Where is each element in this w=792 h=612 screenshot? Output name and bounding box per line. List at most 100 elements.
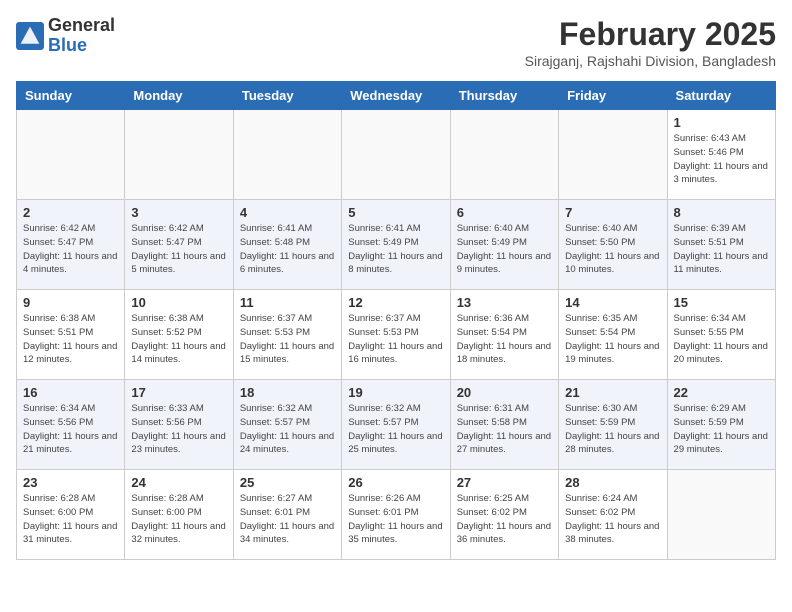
- day-info: Sunrise: 6:41 AMSunset: 5:49 PMDaylight:…: [348, 222, 443, 277]
- calendar-cell: 7 Sunrise: 6:40 AMSunset: 5:50 PMDaylight…: [559, 200, 667, 290]
- logo-general: General: [48, 15, 115, 35]
- day-info: Sunrise: 6:24 AMSunset: 6:02 PMDaylight:…: [565, 492, 660, 547]
- generalblue-logo-icon: [16, 22, 44, 50]
- day-number: 3: [131, 205, 226, 220]
- day-number: 4: [240, 205, 335, 220]
- calendar-cell: 16 Sunrise: 6:34 AMSunset: 5:56 PMDayligh…: [17, 380, 125, 470]
- calendar-cell: 11 Sunrise: 6:37 AMSunset: 5:53 PMDayligh…: [233, 290, 341, 380]
- day-number: 9: [23, 295, 118, 310]
- day-number: 26: [348, 475, 443, 490]
- day-info: Sunrise: 6:36 AMSunset: 5:54 PMDaylight:…: [457, 312, 552, 367]
- day-info: Sunrise: 6:39 AMSunset: 5:51 PMDaylight:…: [674, 222, 769, 277]
- day-number: 1: [674, 115, 769, 130]
- day-number: 18: [240, 385, 335, 400]
- calendar-cell: 22 Sunrise: 6:29 AMSunset: 5:59 PMDayligh…: [667, 380, 775, 470]
- calendar-cell: 9 Sunrise: 6:38 AMSunset: 5:51 PMDaylight…: [17, 290, 125, 380]
- calendar-cell: 4 Sunrise: 6:41 AMSunset: 5:48 PMDaylight…: [233, 200, 341, 290]
- calendar-cell: [342, 110, 450, 200]
- calendar-cell: 2Sunrise: 6:42 AMSunset: 5:47 PMDaylight…: [17, 200, 125, 290]
- day-number: 20: [457, 385, 552, 400]
- calendar-cell: [17, 110, 125, 200]
- calendar-cell: 6 Sunrise: 6:40 AMSunset: 5:49 PMDaylight…: [450, 200, 558, 290]
- day-number: 19: [348, 385, 443, 400]
- day-number: 17: [131, 385, 226, 400]
- calendar-cell: 19 Sunrise: 6:32 AMSunset: 5:57 PMDayligh…: [342, 380, 450, 470]
- day-info: Sunrise: 6:30 AMSunset: 5:59 PMDaylight:…: [565, 402, 660, 457]
- logo-text: General Blue: [48, 16, 115, 56]
- day-info: Sunrise: 6:33 AMSunset: 5:56 PMDaylight:…: [131, 402, 226, 457]
- day-info: Sunrise: 6:35 AMSunset: 5:54 PMDaylight:…: [565, 312, 660, 367]
- day-number: 8: [674, 205, 769, 220]
- title-block: February 2025 Sirajganj, Rajshahi Divisi…: [525, 16, 776, 69]
- day-number: 22: [674, 385, 769, 400]
- day-number: 11: [240, 295, 335, 310]
- calendar-cell: 18 Sunrise: 6:32 AMSunset: 5:57 PMDayligh…: [233, 380, 341, 470]
- calendar-cell: 28 Sunrise: 6:24 AMSunset: 6:02 PMDayligh…: [559, 470, 667, 560]
- day-number: 15: [674, 295, 769, 310]
- page-header: General Blue February 2025 Sirajganj, Ra…: [16, 16, 776, 69]
- day-number: 12: [348, 295, 443, 310]
- day-number: 16: [23, 385, 118, 400]
- day-number: 25: [240, 475, 335, 490]
- calendar-cell: 10Sunrise: 6:38 AMSunset: 5:52 PMDayligh…: [125, 290, 233, 380]
- calendar-week-row: 16 Sunrise: 6:34 AMSunset: 5:56 PMDayligh…: [17, 380, 776, 470]
- column-header-tuesday: Tuesday: [233, 82, 341, 110]
- calendar-table: SundayMondayTuesdayWednesdayThursdayFrid…: [16, 81, 776, 560]
- day-info: Sunrise: 6:41 AMSunset: 5:48 PMDaylight:…: [240, 222, 335, 277]
- calendar-week-row: 2 Sunrise: 6:42 AMSunset: 5:47 PMDaylight…: [17, 200, 776, 290]
- calendar-cell: 12 Sunrise: 6:37 AMSunset: 5:53 PMDayligh…: [342, 290, 450, 380]
- day-info: Sunrise: 6:38 AMSunset: 5:51 PMDaylight:…: [23, 312, 118, 367]
- day-info: Sunrise: 6:27 AMSunset: 6:01 PMDaylight:…: [240, 492, 335, 547]
- day-info: Sunrise: 6:37 AMSunset: 5:53 PMDaylight:…: [240, 312, 335, 367]
- day-number: 7: [565, 205, 660, 220]
- day-info: Sunrise: 6:42 AMSunset: 5:47 PMDaylight:…: [131, 222, 226, 277]
- day-number: 24: [131, 475, 226, 490]
- column-header-wednesday: Wednesday: [342, 82, 450, 110]
- day-number: 2: [23, 205, 118, 220]
- day-info: Sunrise: 6:34 AMSunset: 5:55 PMDaylight:…: [674, 312, 769, 367]
- day-info: Sunrise: 6:43 AMSunset: 5:46 PMDaylight:…: [674, 132, 769, 187]
- day-info: Sunrise: 6:28 AMSunset: 6:00 PMDaylight:…: [131, 492, 226, 547]
- column-header-friday: Friday: [559, 82, 667, 110]
- calendar-week-row: 9 Sunrise: 6:38 AMSunset: 5:51 PMDaylight…: [17, 290, 776, 380]
- day-number: 6: [457, 205, 552, 220]
- calendar-cell: 14 Sunrise: 6:35 AMSunset: 5:54 PMDayligh…: [559, 290, 667, 380]
- day-number: 13: [457, 295, 552, 310]
- day-number: 5: [348, 205, 443, 220]
- calendar-cell: 8 Sunrise: 6:39 AMSunset: 5:51 PMDaylight…: [667, 200, 775, 290]
- day-info: Sunrise: 6:25 AMSunset: 6:02 PMDaylight:…: [457, 492, 552, 547]
- day-info: Sunrise: 6:26 AMSunset: 6:01 PMDaylight:…: [348, 492, 443, 547]
- calendar-week-row: 1 Sunrise: 6:43 AMSunset: 5:46 PMDaylight…: [17, 110, 776, 200]
- calendar-cell: 13 Sunrise: 6:36 AMSunset: 5:54 PMDayligh…: [450, 290, 558, 380]
- day-info: Sunrise: 6:28 AMSunset: 6:00 PMDaylight:…: [23, 492, 118, 547]
- column-header-sunday: Sunday: [17, 82, 125, 110]
- logo: General Blue: [16, 16, 115, 56]
- day-number: 28: [565, 475, 660, 490]
- day-info: Sunrise: 6:32 AMSunset: 5:57 PMDaylight:…: [348, 402, 443, 457]
- day-info: Sunrise: 6:40 AMSunset: 5:49 PMDaylight:…: [457, 222, 552, 277]
- day-info: Sunrise: 6:40 AMSunset: 5:50 PMDaylight:…: [565, 222, 660, 277]
- calendar-week-row: 23Sunrise: 6:28 AMSunset: 6:00 PMDayligh…: [17, 470, 776, 560]
- calendar-cell: 27 Sunrise: 6:25 AMSunset: 6:02 PMDayligh…: [450, 470, 558, 560]
- day-number: 21: [565, 385, 660, 400]
- column-header-saturday: Saturday: [667, 82, 775, 110]
- calendar-cell: 15 Sunrise: 6:34 AMSunset: 5:55 PMDayligh…: [667, 290, 775, 380]
- column-header-thursday: Thursday: [450, 82, 558, 110]
- calendar-cell: [667, 470, 775, 560]
- day-number: 14: [565, 295, 660, 310]
- calendar-cell: 5 Sunrise: 6:41 AMSunset: 5:49 PMDaylight…: [342, 200, 450, 290]
- day-info: Sunrise: 6:34 AMSunset: 5:56 PMDaylight:…: [23, 402, 118, 457]
- calendar-cell: [450, 110, 558, 200]
- calendar-header-row: SundayMondayTuesdayWednesdayThursdayFrid…: [17, 82, 776, 110]
- day-info: Sunrise: 6:31 AMSunset: 5:58 PMDaylight:…: [457, 402, 552, 457]
- day-info: Sunrise: 6:37 AMSunset: 5:53 PMDaylight:…: [348, 312, 443, 367]
- calendar-cell: 1 Sunrise: 6:43 AMSunset: 5:46 PMDaylight…: [667, 110, 775, 200]
- day-info: Sunrise: 6:32 AMSunset: 5:57 PMDaylight:…: [240, 402, 335, 457]
- day-number: 27: [457, 475, 552, 490]
- calendar-cell: 17 Sunrise: 6:33 AMSunset: 5:56 PMDayligh…: [125, 380, 233, 470]
- day-info: Sunrise: 6:29 AMSunset: 5:59 PMDaylight:…: [674, 402, 769, 457]
- calendar-cell: 20 Sunrise: 6:31 AMSunset: 5:58 PMDayligh…: [450, 380, 558, 470]
- calendar-cell: 21 Sunrise: 6:30 AMSunset: 5:59 PMDayligh…: [559, 380, 667, 470]
- calendar-cell: [559, 110, 667, 200]
- location-subtitle: Sirajganj, Rajshahi Division, Bangladesh: [525, 53, 776, 69]
